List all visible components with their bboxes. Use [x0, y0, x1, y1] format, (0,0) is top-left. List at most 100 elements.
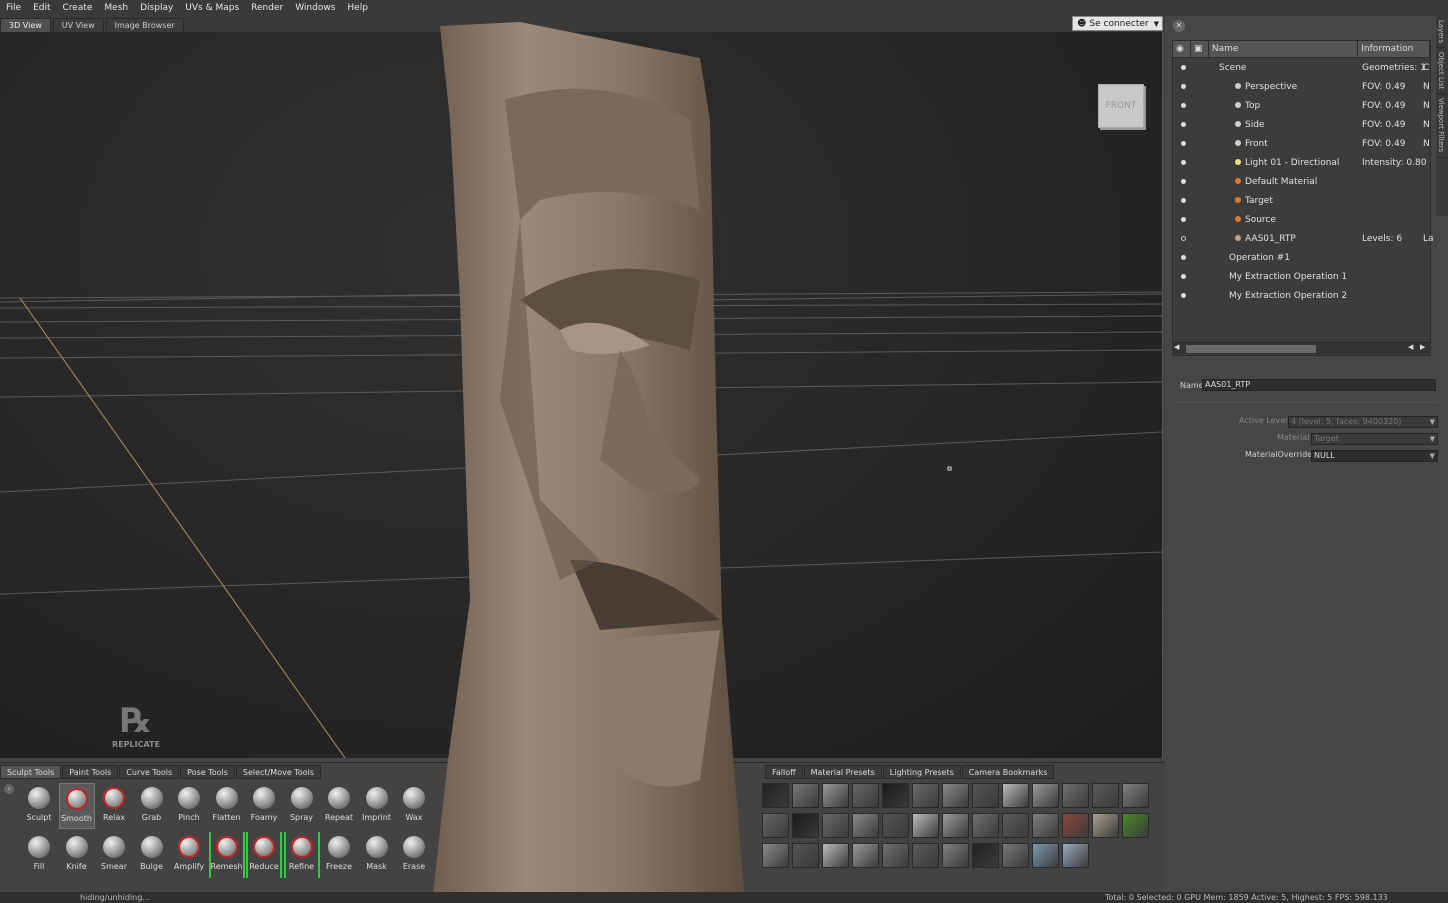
preset-swatch[interactable]	[1002, 843, 1029, 868]
tool-refine[interactable]: Refine	[283, 832, 320, 878]
side-tab-layers[interactable]: Layers	[1436, 16, 1446, 49]
side-tab-object-list[interactable]: Object List	[1436, 48, 1446, 95]
visibility-eye-icon[interactable]	[1181, 160, 1186, 165]
name-field[interactable]: AAS01_RTP	[1202, 379, 1436, 391]
tool-grab[interactable]: Grab	[134, 783, 170, 829]
active-level-select[interactable]: 4 (level: 5, faces: 9400320) ▼	[1288, 416, 1438, 428]
preset-swatch[interactable]	[792, 813, 819, 838]
visibility-eye-icon[interactable]	[1181, 84, 1186, 89]
preset-swatch[interactable]	[1002, 813, 1029, 838]
viewport-3d[interactable]: FRONT ℞ REPLICATE	[0, 32, 1163, 758]
tree-row[interactable]: Light 01 - Directional Intensity: 0.80	[1173, 153, 1430, 172]
preset-swatch[interactable]	[1092, 783, 1119, 808]
visibility-eye-icon[interactable]	[1181, 274, 1186, 279]
tab-select-move-tools[interactable]: Select/Move Tools	[235, 765, 321, 779]
preset-swatch[interactable]	[1002, 783, 1029, 808]
material-select[interactable]: Target ▼	[1311, 433, 1438, 445]
menu-item-mesh[interactable]: Mesh	[98, 3, 134, 13]
tree-row[interactable]: My Extraction Operation 2	[1173, 286, 1430, 305]
tab-curve-tools[interactable]: Curve Tools	[119, 765, 180, 779]
scroll-left-icon[interactable]: ◀	[1174, 343, 1179, 351]
preset-swatch[interactable]	[1092, 813, 1119, 838]
preset-swatch[interactable]	[792, 783, 819, 808]
tool-bulge[interactable]: Bulge	[134, 832, 170, 878]
tool-mask[interactable]: Mask	[359, 832, 395, 878]
visibility-eye-icon[interactable]	[1181, 255, 1186, 260]
menu-item-display[interactable]: Display	[134, 3, 179, 13]
tree-row[interactable]: Perspective FOV: 0.49 N	[1173, 77, 1430, 96]
preset-swatch[interactable]	[1062, 843, 1089, 868]
tree-row[interactable]: Scene Geometries: 1C	[1173, 58, 1430, 77]
tree-row[interactable]: Default Material	[1173, 172, 1430, 191]
side-tab-viewport-filters[interactable]: Viewport Filters	[1436, 94, 1446, 158]
preset-swatch[interactable]	[942, 813, 969, 838]
preset-swatch[interactable]	[972, 783, 999, 808]
menu-item-render[interactable]: Render	[245, 3, 289, 13]
preset-swatch[interactable]	[1062, 783, 1089, 808]
preset-swatch[interactable]	[972, 843, 999, 868]
tool-freeze[interactable]: Freeze	[321, 832, 357, 878]
preset-swatch[interactable]	[1062, 813, 1089, 838]
close-icon[interactable]: ✕	[1173, 20, 1185, 32]
tree-row[interactable]: Front FOV: 0.49 N	[1173, 134, 1430, 153]
tool-erase[interactable]: Erase	[396, 832, 432, 878]
visibility-eye-icon[interactable]	[1181, 103, 1186, 108]
panel-toggle-icon[interactable]: ›	[4, 784, 14, 794]
preset-swatch[interactable]	[762, 813, 789, 838]
tab-camera-bookmarks[interactable]: Camera Bookmarks	[961, 765, 1055, 779]
preset-swatch[interactable]	[912, 843, 939, 868]
scroll-right-icon[interactable]: ◀	[1408, 343, 1413, 351]
preset-swatch[interactable]	[1032, 783, 1059, 808]
preset-swatch[interactable]	[1032, 813, 1059, 838]
tab-paint-tools[interactable]: Paint Tools	[62, 765, 119, 779]
menu-item-edit[interactable]: Edit	[27, 3, 56, 13]
name-column-header[interactable]: Name	[1209, 41, 1359, 57]
tree-row[interactable]: Source	[1173, 210, 1430, 229]
tool-fill[interactable]: Fill	[21, 832, 57, 878]
visibility-column-icon[interactable]: ◉	[1173, 41, 1191, 57]
visibility-eye-icon[interactable]	[1181, 236, 1186, 241]
preset-swatch[interactable]	[882, 783, 909, 808]
tool-sculpt[interactable]: Sculpt	[21, 783, 57, 829]
tool-foamy[interactable]: Foamy	[246, 783, 282, 829]
object-list-scrollbar[interactable]: ◀ ◀ ▶	[1172, 342, 1431, 354]
menu-item-help[interactable]: Help	[341, 3, 374, 13]
tree-row[interactable]: AAS01_RTP Levels: 6 La	[1173, 229, 1434, 248]
menu-item-windows[interactable]: Windows	[289, 3, 341, 13]
connect-button[interactable]: ☻ Se connecter ▼	[1072, 16, 1163, 31]
tool-remesh[interactable]: Remesh	[208, 832, 245, 878]
preset-swatch[interactable]	[852, 783, 879, 808]
menu-item-create[interactable]: Create	[57, 3, 99, 13]
tool-pinch[interactable]: Pinch	[171, 783, 207, 829]
preset-swatch[interactable]	[792, 843, 819, 868]
preset-swatch[interactable]	[1122, 783, 1149, 808]
visibility-eye-icon[interactable]	[1181, 198, 1186, 203]
preset-swatch[interactable]	[822, 843, 849, 868]
tool-repeat[interactable]: Repeat	[321, 783, 357, 829]
scroll-right-icon[interactable]: ▶	[1420, 343, 1425, 351]
preset-swatch[interactable]	[882, 843, 909, 868]
visibility-eye-icon[interactable]	[1181, 293, 1186, 298]
tab-pose-tools[interactable]: Pose Tools	[180, 765, 235, 779]
menu-item-file[interactable]: File	[0, 3, 27, 13]
info-column-header[interactable]: Information	[1358, 41, 1430, 57]
tool-spray[interactable]: Spray	[284, 783, 320, 829]
tool-flatten[interactable]: Flatten	[209, 783, 245, 829]
navigation-cube[interactable]: FRONT	[1098, 84, 1144, 128]
preset-swatch[interactable]	[852, 813, 879, 838]
preset-swatch[interactable]	[972, 813, 999, 838]
visibility-eye-icon[interactable]	[1181, 179, 1186, 184]
tab-falloff[interactable]: Falloff	[765, 765, 803, 779]
tool-knife[interactable]: Knife	[59, 832, 95, 878]
tool-smear[interactable]: Smear	[96, 832, 132, 878]
visibility-eye-icon[interactable]	[1181, 217, 1186, 222]
preset-swatch[interactable]	[1032, 843, 1059, 868]
tree-row[interactable]: Top FOV: 0.49 N	[1173, 96, 1430, 115]
tab-uv-view[interactable]: UV View	[52, 18, 104, 32]
preset-swatch[interactable]	[1122, 813, 1149, 838]
tool-reduce[interactable]: Reduce	[246, 832, 282, 878]
preset-swatch[interactable]	[822, 783, 849, 808]
preset-swatch[interactable]	[942, 783, 969, 808]
tool-imprint[interactable]: Imprint	[359, 783, 395, 829]
tree-row[interactable]: Side FOV: 0.49 N	[1173, 115, 1430, 134]
